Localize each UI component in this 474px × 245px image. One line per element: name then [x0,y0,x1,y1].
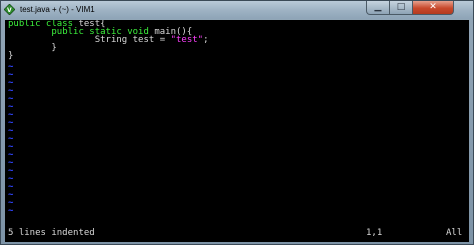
window-title: test.java + (~) - VIM1 [20,5,95,14]
title-bar[interactable]: V test.java + (~) - VIM1 ▁ □ ✕ [1,1,473,19]
code-line[interactable]: } [8,43,57,53]
status-message: 5 lines indented [8,228,95,238]
editor-buffer[interactable]: public class test{ public static void ma… [5,20,469,242]
code-line[interactable]: } [8,51,14,61]
minimize-button[interactable]: ▁ [366,1,390,15]
cursor-position: 1,1 [366,228,383,238]
vim-window: V test.java + (~) - VIM1 ▁ □ ✕ public cl… [0,0,474,245]
code-token: } [8,51,14,61]
code-token: } [8,43,57,53]
scroll-indicator: All [446,228,463,238]
tilde-marker: ~ [8,206,14,216]
string-token: "test" [170,35,204,45]
maximize-button[interactable]: □ [389,1,413,15]
vim-icon: V [4,4,15,15]
close-button[interactable]: ✕ [412,1,454,15]
code-token: ; [203,35,209,45]
svg-text:V: V [7,7,12,14]
status-line: 5 lines indented 1,1 All [5,229,469,239]
